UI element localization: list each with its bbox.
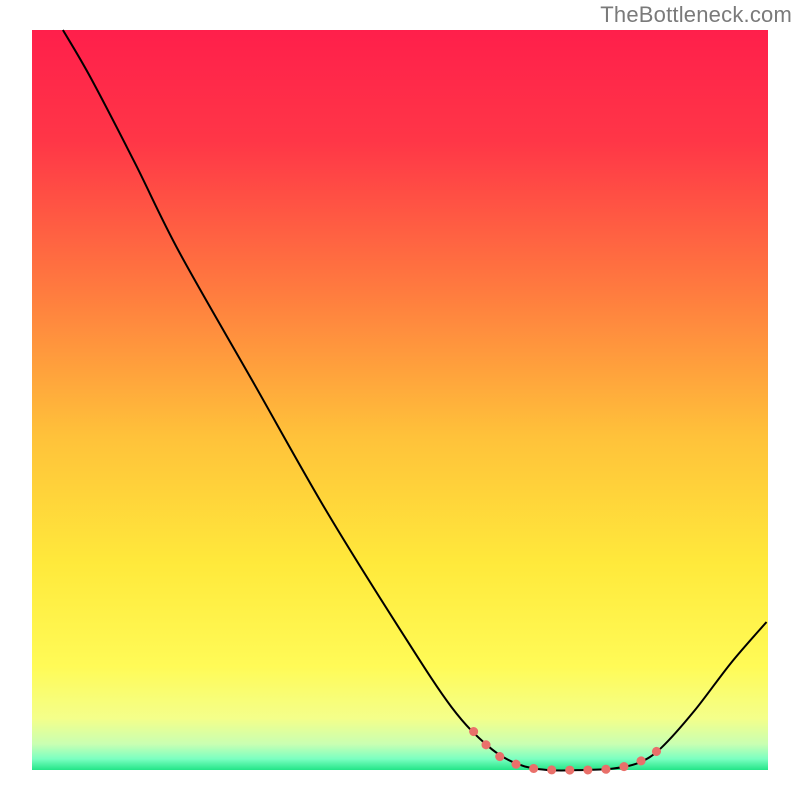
chart-container: TheBottleneck.com [0,0,800,800]
chart-svg [0,0,800,800]
watermark-text: TheBottleneck.com [600,2,792,28]
plot-background [32,30,768,770]
